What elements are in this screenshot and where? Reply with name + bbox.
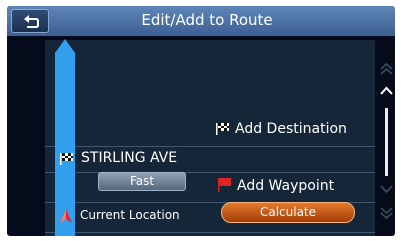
destination-name: STIRLING AVE: [81, 150, 178, 166]
current-location-item: Current Location: [47, 204, 207, 228]
page-title: Edit/Add to Route: [141, 11, 273, 29]
red-flag-icon: [218, 178, 231, 192]
return-arrow-icon: [24, 15, 39, 28]
chevron-up-icon[interactable]: [380, 86, 393, 96]
add-destination-label: Add Destination: [235, 121, 347, 137]
double-chevron-up-icon[interactable]: [380, 62, 393, 76]
calculate-button[interactable]: Calculate: [221, 202, 355, 223]
chevron-down-icon[interactable]: [380, 184, 393, 194]
add-waypoint-label: Add Waypoint: [237, 178, 335, 194]
add-destination-button[interactable]: Add Destination: [212, 118, 372, 142]
checkered-flag-icon: [60, 153, 73, 165]
scroll-controls: [377, 36, 395, 236]
row-divider: [45, 172, 375, 173]
double-chevron-down-icon[interactable]: [380, 206, 393, 220]
navigation-screen: Edit/Add to Route Add Destination STIRLI…: [7, 6, 395, 236]
destination-item[interactable]: STIRLING AVE: [47, 148, 373, 171]
current-location-label: Current Location: [80, 208, 180, 222]
checkered-flag-icon: [216, 123, 229, 135]
add-waypoint-button[interactable]: Add Waypoint: [212, 174, 372, 198]
route-line-arrow: [55, 39, 75, 53]
row-divider: [45, 232, 375, 233]
back-button[interactable]: [11, 9, 49, 33]
title-bar: Edit/Add to Route: [7, 6, 395, 36]
scrollbar-thumb[interactable]: [385, 108, 388, 176]
row-divider: [45, 146, 375, 147]
vehicle-arrow-icon: [60, 209, 72, 223]
route-edit-panel: Add Destination STIRLING AVE Fast Add Wa…: [7, 36, 395, 236]
route-condition-button[interactable]: Fast: [98, 172, 186, 191]
